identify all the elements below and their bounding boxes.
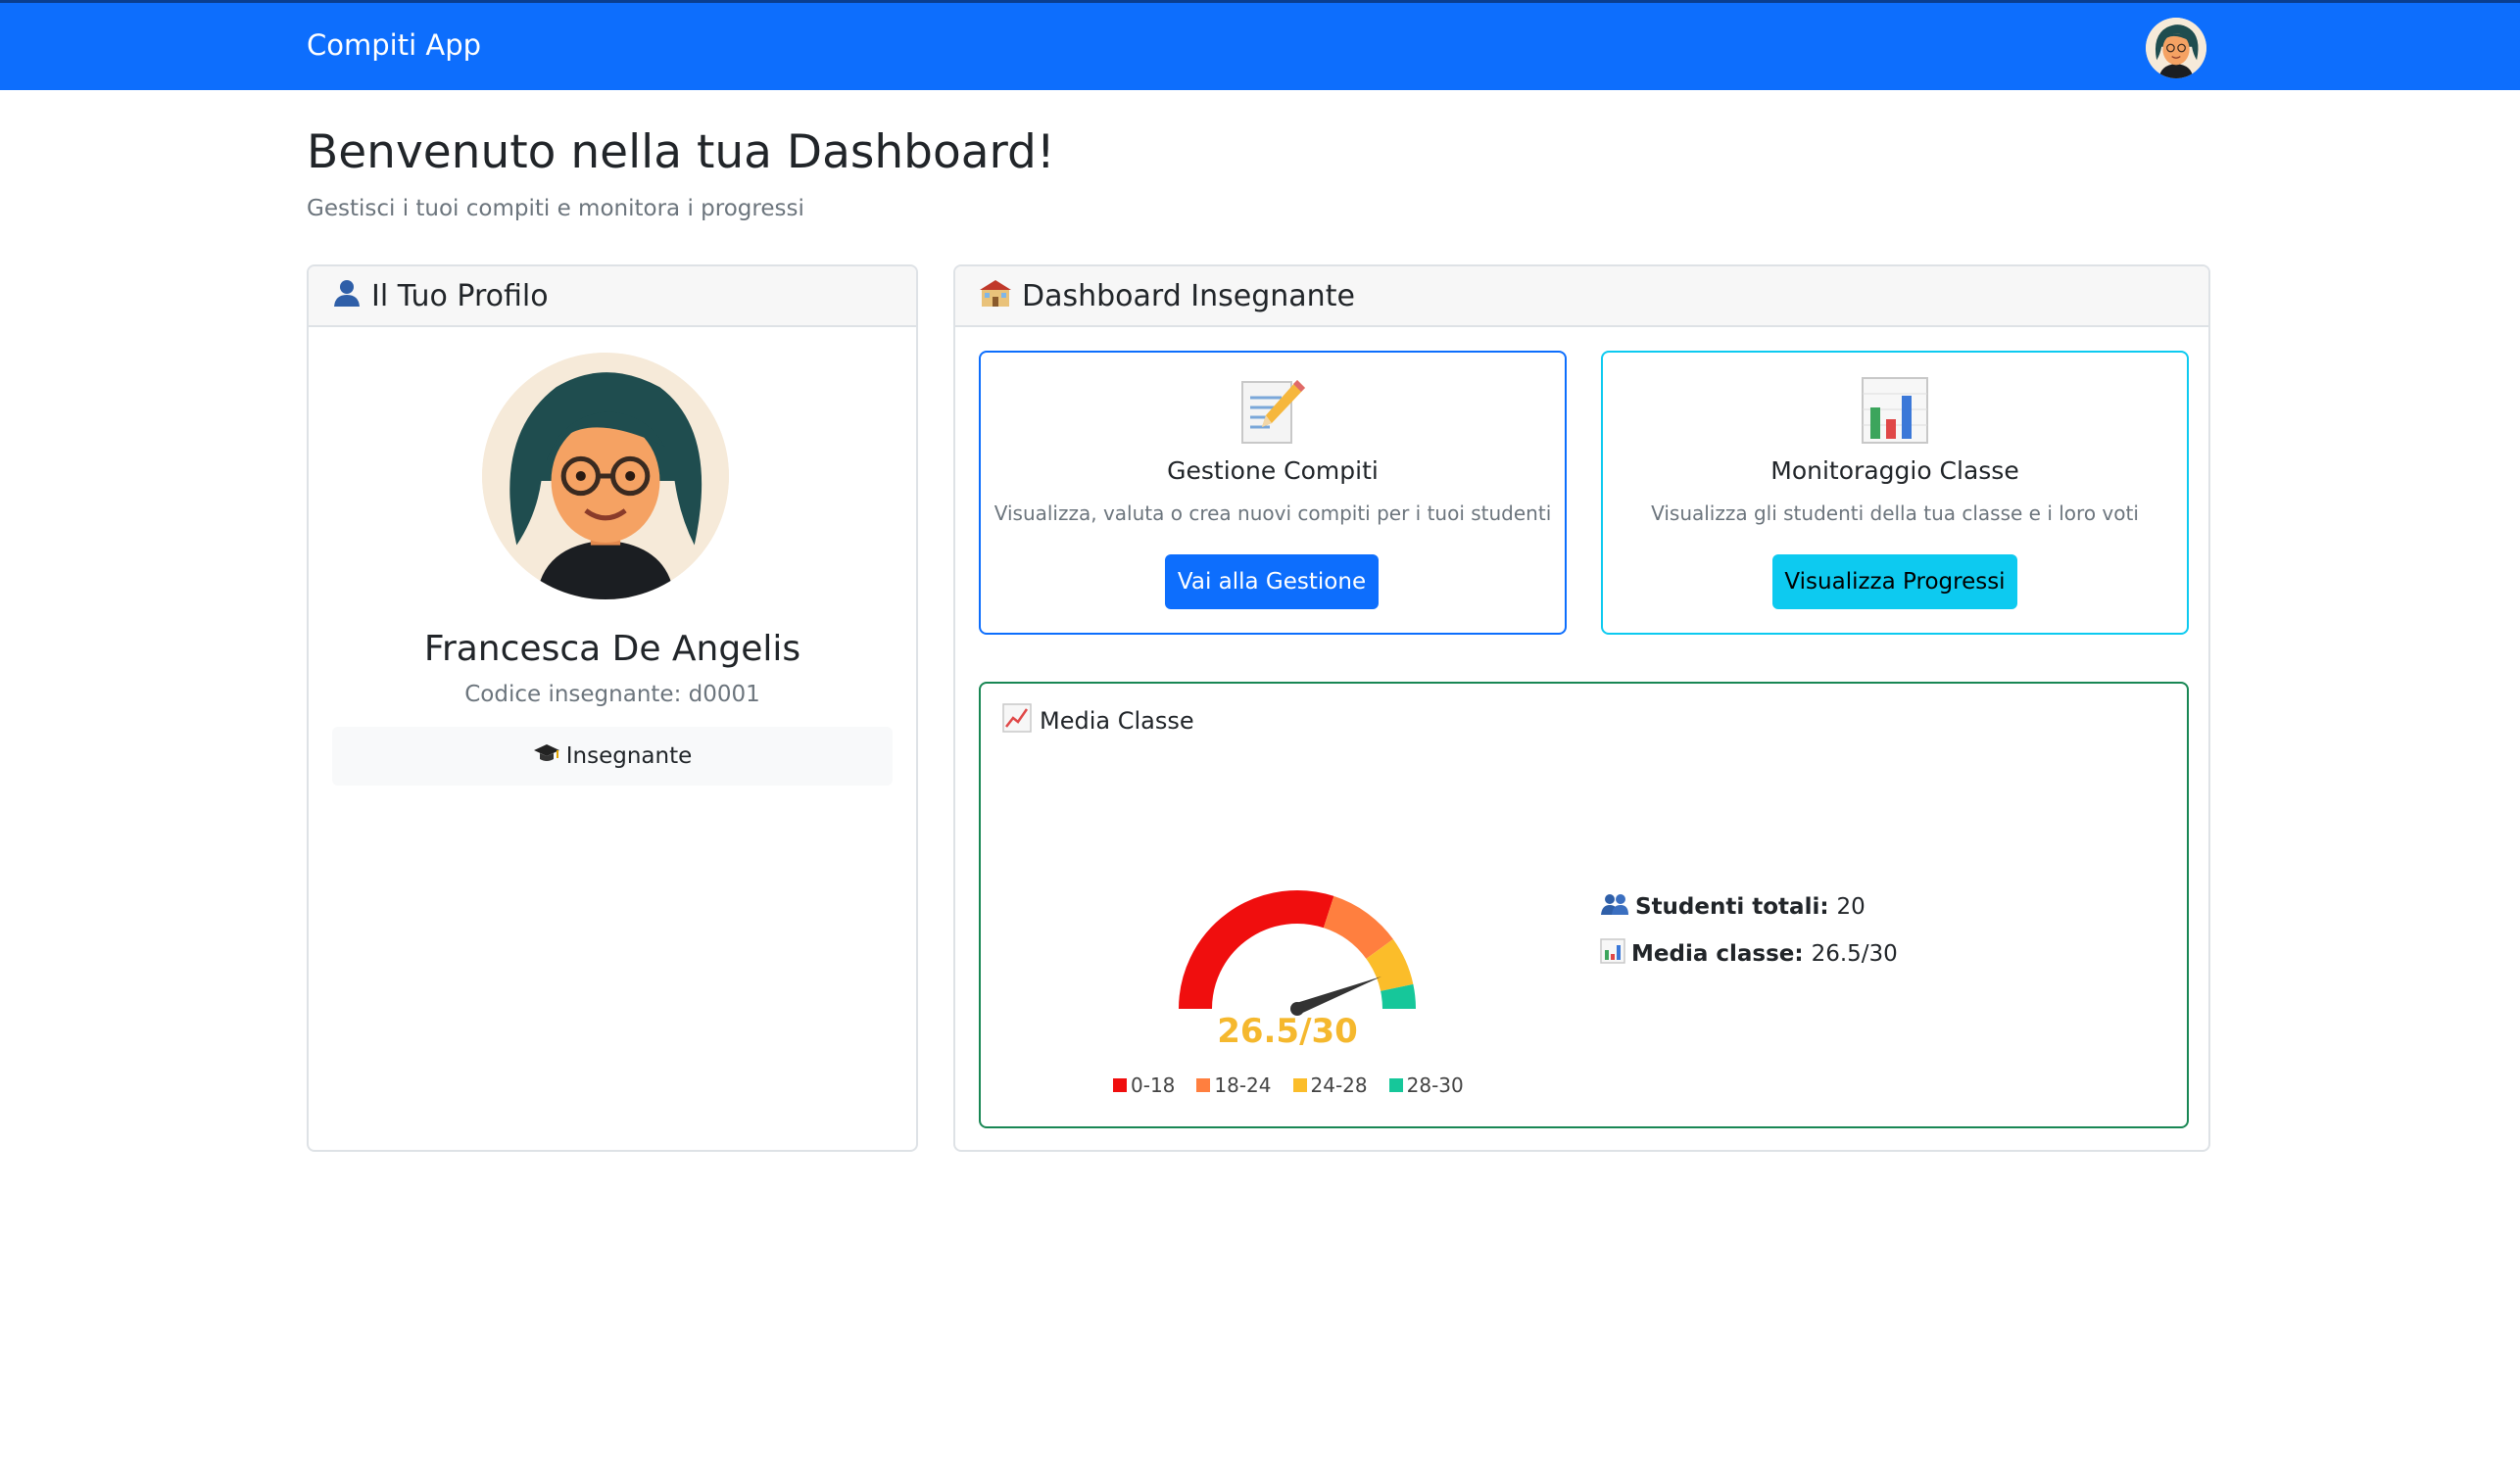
teacher-code: Codice insegnante: d0001 xyxy=(464,682,760,707)
gauge-needle xyxy=(1294,977,1381,1015)
media-classe-title: Media Classe xyxy=(1040,707,1194,735)
graduation-cap-icon xyxy=(533,741,560,771)
media-classe-header: Media Classe xyxy=(1002,703,1194,739)
stat-studenti-totali: Studenti totali: 20 xyxy=(1600,883,1898,930)
page-subtitle: Gestisci i tuoi compiti e monitora i pro… xyxy=(307,196,804,221)
class-stats: Studenti totali: 20 Media classe: 26.5/3… xyxy=(1600,883,1898,977)
legend-item: 18-24 xyxy=(1196,1073,1272,1097)
legend-item: 28-30 xyxy=(1388,1073,1464,1097)
gestione-compiti-title: Gestione Compiti xyxy=(1167,456,1379,485)
monitoraggio-classe-title: Monitoraggio Classe xyxy=(1770,456,2019,485)
legend-swatch xyxy=(1196,1078,1211,1092)
stat-value: 26.5/30 xyxy=(1811,941,1898,967)
gauge-value: 26.5/30 xyxy=(1217,1012,1358,1051)
legend-item: 24-28 xyxy=(1292,1073,1368,1097)
role-label: Insegnante xyxy=(565,743,693,769)
legend-label: 24-28 xyxy=(1310,1073,1368,1097)
legend-label: 18-24 xyxy=(1214,1073,1272,1097)
profile-name: Francesca De Angelis xyxy=(423,629,801,669)
stat-value: 20 xyxy=(1836,894,1866,920)
gestione-compiti-card: Gestione Compiti Visualizza, valuta o cr… xyxy=(979,351,1567,635)
gauge-segment xyxy=(1323,895,1393,960)
profile-card-header: Il Tuo Profilo xyxy=(309,266,916,327)
gauge-segment xyxy=(1381,983,1416,1010)
media-classe-card: Media Classe 26.5/30 0-18 18-24 24-28 28… xyxy=(979,682,2189,1128)
trend-chart-icon xyxy=(1002,703,1032,739)
dashboard-card-header: Dashboard Insegnante xyxy=(955,266,2208,327)
stat-media-classe: Media classe: 26.5/30 xyxy=(1600,930,1898,977)
legend-swatch xyxy=(1292,1078,1307,1092)
people-icon xyxy=(1600,891,1629,923)
bar-chart-icon xyxy=(1603,374,2187,447)
profile-card-title: Il Tuo Profilo xyxy=(371,278,549,313)
stat-label: Media classe: xyxy=(1631,941,1804,967)
teacher-dashboard-card: Dashboard Insegnante Gestione Compiti Vi… xyxy=(953,264,2210,1152)
stat-label: Studenti totali: xyxy=(1635,894,1829,920)
legend-swatch xyxy=(1113,1078,1127,1092)
legend-swatch xyxy=(1388,1078,1403,1092)
profile-card: Il Tuo Profilo Francesca De Angelis Codi… xyxy=(307,264,918,1152)
gauge-segment xyxy=(1179,890,1334,1010)
monitoraggio-classe-card: Monitoraggio Classe Visualizza gli stude… xyxy=(1601,351,2189,635)
legend-label: 28-30 xyxy=(1406,1073,1464,1097)
visualizza-progressi-button[interactable]: Visualizza Progressi xyxy=(1772,554,2017,609)
app-brand[interactable]: Compiti App xyxy=(307,28,481,62)
page-title: Benvenuto nella tua Dashboard! xyxy=(307,125,1055,179)
bar-chart-icon xyxy=(1600,938,1625,970)
navbar: Compiti App xyxy=(0,0,2520,90)
memo-pencil-icon xyxy=(981,374,1565,447)
dashboard-card-title: Dashboard Insegnante xyxy=(1022,278,1355,313)
gauge-segment xyxy=(1366,938,1414,992)
monitoraggio-classe-description: Visualizza gli studenti della tua classe… xyxy=(1651,501,2139,525)
legend-item: 0-18 xyxy=(1113,1073,1175,1097)
user-icon xyxy=(332,278,362,314)
profile-avatar xyxy=(482,353,729,599)
legend-label: 0-18 xyxy=(1131,1073,1176,1097)
average-gauge xyxy=(1179,890,1416,1016)
vai-alla-gestione-button[interactable]: Vai alla Gestione xyxy=(1165,554,1379,609)
gauge-legend: 0-18 18-24 24-28 28-30 xyxy=(1113,1073,1464,1097)
gestione-compiti-description: Visualizza, valuta o crea nuovi compiti … xyxy=(993,501,1552,525)
user-avatar[interactable] xyxy=(2146,18,2206,78)
school-icon xyxy=(979,278,1012,314)
role-badge: Insegnante xyxy=(332,727,893,786)
